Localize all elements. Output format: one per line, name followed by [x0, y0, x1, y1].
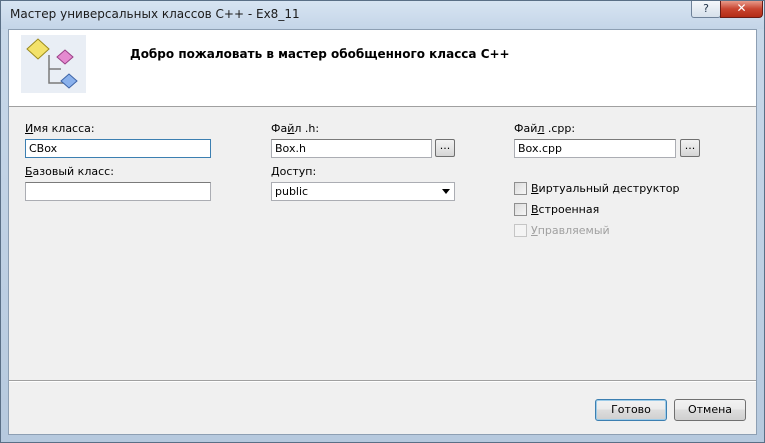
access-label: Доступ:	[271, 165, 317, 178]
dialog-window: Мастер универсальных классов C++ - Ex8_1…	[0, 0, 765, 443]
base-class-label: Базовый класс:	[25, 165, 114, 178]
cpp-file-label: Файл .cpp:	[514, 122, 576, 135]
virtual-destructor-label: Виртуальный деструктор	[531, 182, 680, 195]
wizard-banner: Добро пожаловать в мастер обобщенного кл…	[9, 30, 756, 107]
base-class-input[interactable]	[25, 182, 211, 201]
checkbox-box	[514, 224, 527, 237]
managed-label: Управляемый	[531, 224, 610, 237]
finish-button[interactable]: Готово	[595, 399, 667, 421]
cpp-file-input[interactable]: Box.cpp	[514, 139, 676, 158]
checkbox-box[interactable]	[514, 182, 527, 195]
h-file-label: Файл .h:	[271, 122, 320, 135]
inline-label: Встроенная	[531, 203, 600, 216]
help-button[interactable]: ?	[691, 1, 721, 18]
access-select[interactable]: public	[271, 182, 455, 201]
chevron-down-icon	[442, 189, 450, 194]
footer-divider	[9, 380, 756, 382]
class-name-label: Имя класса:	[25, 122, 95, 135]
checkbox-box[interactable]	[514, 203, 527, 216]
wizard-heading: Добро пожаловать в мастер обобщенного кл…	[130, 47, 510, 61]
access-selected-value: public	[275, 185, 309, 198]
close-button[interactable]: ✕	[720, 1, 763, 18]
title-bar[interactable]: Мастер универсальных классов C++ - Ex8_1…	[1, 1, 764, 29]
window-title: Мастер универсальных классов C++ - Ex8_1…	[10, 7, 300, 21]
cpp-file-browse-button[interactable]: ...	[680, 139, 700, 157]
class-name-input[interactable]: CBox	[25, 139, 211, 158]
cancel-button[interactable]: Отмена	[674, 399, 746, 421]
h-file-input[interactable]: Box.h	[271, 139, 432, 158]
class-wizard-icon	[21, 35, 86, 93]
h-file-browse-button[interactable]: ...	[435, 139, 455, 157]
dialog-client-area: Добро пожаловать в мастер обобщенного кл…	[8, 29, 757, 435]
